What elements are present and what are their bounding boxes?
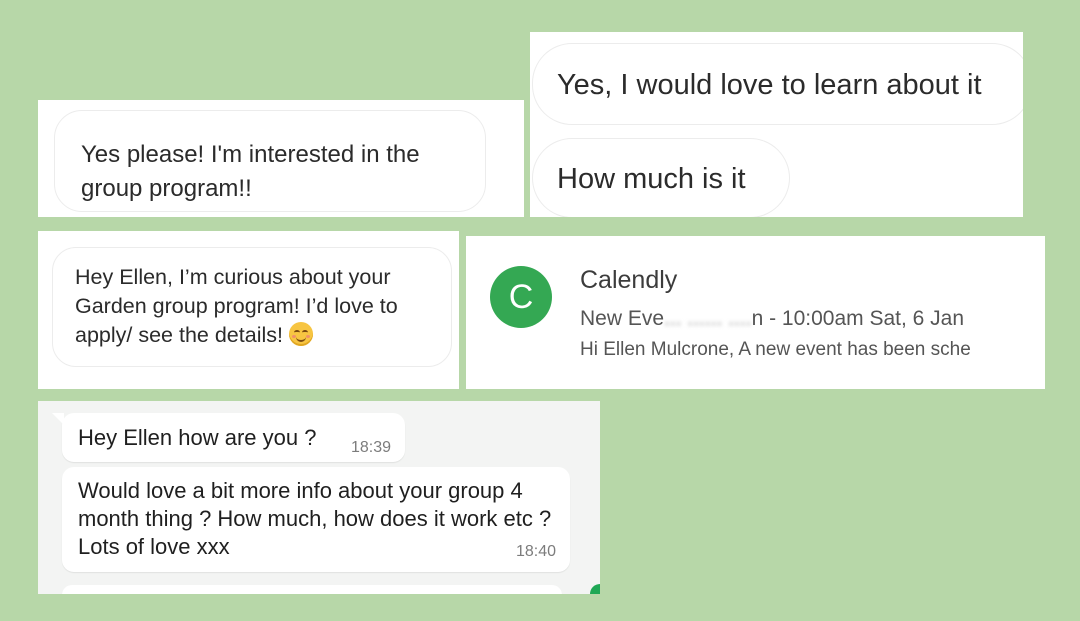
message-bubble: Yes, I would love to learn about it: [532, 43, 1023, 125]
email-notification[interactable]: C Calendly New Eve... ...... ....n - 10:…: [466, 236, 1045, 389]
message-text: Hey Ellen, I’m curious about your Garden…: [75, 265, 398, 347]
chat-screenshot-3: Hey Ellen, I’m curious about your Garden…: [38, 231, 459, 389]
message-text: Would love a bit more info about your gr…: [78, 478, 552, 559]
message-bubble: Hey Ellen how are you ? 18:39: [52, 413, 405, 462]
sender-name: Calendly: [580, 266, 678, 294]
chat-screenshot-2: Yes, I would love to learn about it How …: [530, 32, 1023, 217]
smiling-face-icon: [288, 322, 313, 346]
message-bubble: [62, 585, 562, 594]
message-bubble: Hey Ellen, I’m curious about your Garden…: [52, 247, 452, 367]
message-bubble: Would love a bit more info about your gr…: [62, 467, 570, 572]
email-preview: Hi Ellen Mulcrone, A new event has been …: [580, 339, 971, 360]
message-text: Yes please! I'm interested in the group …: [81, 141, 420, 202]
chat-screenshot-1: Yes please! I'm interested in the group …: [38, 100, 524, 217]
email-subject: New Eve... ...... ....n - 10:00am Sat, 6…: [580, 307, 965, 330]
message-bubble: Yes please! I'm interested in the group …: [54, 110, 486, 212]
redacted-text: ... ...... ....: [664, 307, 752, 330]
message-text: Hey Ellen how are you ?: [78, 425, 317, 450]
message-text: How much is it: [557, 163, 746, 195]
scroll-button[interactable]: [590, 584, 600, 594]
message-timestamp: 18:39: [350, 439, 391, 456]
message-text: Yes, I would love to learn about it: [557, 69, 982, 101]
message-bubble: How much is it: [532, 138, 790, 217]
chat-screenshot-5: Hey Ellen how are you ? 18:39 Would love…: [38, 401, 600, 594]
avatar: C: [490, 266, 552, 328]
message-timestamp: 18:40: [515, 543, 556, 560]
